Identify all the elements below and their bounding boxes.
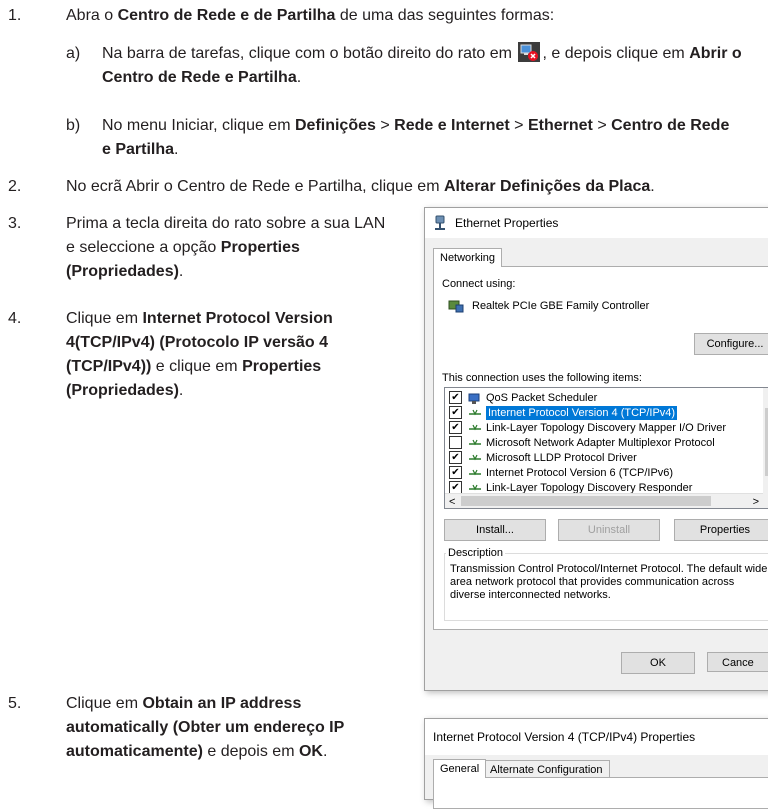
- step-4-number: 4.: [8, 310, 22, 327]
- protocol-icon: [468, 408, 482, 418]
- protocol-icon: [468, 468, 482, 478]
- items-label: This connection uses the following items…: [442, 372, 642, 384]
- step-3-number: 3.: [8, 215, 22, 232]
- tab-networking[interactable]: Networking: [433, 248, 503, 267]
- step-5-text: Clique em Obtain an IP address automatic…: [66, 695, 345, 760]
- ethernet-properties-dialog: Ethernet Properties Networking Connect u…: [424, 207, 768, 691]
- step-2-text: No ecrã Abrir o Centro de Rede e Partilh…: [66, 178, 655, 195]
- list-item-label: Microsoft LLDP Protocol Driver: [486, 451, 637, 464]
- networking-panel: Connect using: Realtek PCIe GBE Family C…: [433, 266, 768, 630]
- list-item-label: Microsoft Network Adapter Multiplexor Pr…: [486, 436, 715, 449]
- items-list[interactable]: ✔ QoS Packet Scheduler ✔ Internet Protocol …: [444, 387, 768, 509]
- ipv4-properties-dialog: Internet Protocol Version 4 (TCP/IPv4) P…: [424, 718, 768, 809]
- description-label: Description: [446, 546, 506, 560]
- step-1a-letter: a): [66, 45, 81, 62]
- checkbox-checked[interactable]: ✔: [449, 421, 462, 434]
- description-text: Transmission Control Protocol/Internet P…: [450, 563, 768, 601]
- step-1a-text: Na barra de tarefas, clique com o botão …: [102, 42, 766, 90]
- horizontal-scrollbar[interactable]: < >: [445, 493, 768, 508]
- protocol-icon: [468, 453, 482, 463]
- dialog-titlebar: Ethernet Properties: [425, 208, 768, 238]
- ok-button[interactable]: OK: [621, 652, 695, 674]
- connect-using-label: Connect using:: [442, 278, 516, 290]
- list-item-label: Internet Protocol Version 6 (TCP/IPv6): [486, 466, 674, 479]
- adapter-name: Realtek PCIe GBE Family Controller: [472, 300, 650, 312]
- step-5-number: 5.: [8, 695, 22, 712]
- ipv4-dialog-title: Internet Protocol Version 4 (TCP/IPv4) P…: [433, 730, 696, 744]
- general-panel: [433, 777, 768, 809]
- ethernet-icon: [433, 215, 447, 231]
- checkbox-checked[interactable]: ✔: [449, 466, 462, 479]
- step-3-text: Prima a tecla direita do rato sobre a su…: [66, 215, 386, 280]
- cancel-button[interactable]: Cance: [707, 652, 768, 672]
- checkbox-unchecked[interactable]: [449, 436, 462, 449]
- checkbox-checked[interactable]: ✔: [449, 451, 462, 464]
- install-button[interactable]: Install...: [444, 519, 546, 541]
- scroll-right-icon[interactable]: >: [753, 495, 759, 508]
- qos-icon: [468, 393, 482, 404]
- protocol-icon: [468, 483, 482, 493]
- network-tray-icon: [518, 42, 541, 62]
- list-item-label: Link-Layer Topology Discovery Mapper I/O…: [486, 421, 727, 434]
- step-2-number: 2.: [8, 178, 22, 195]
- list-item[interactable]: ✔ Internet Protocol Version 6 (TCP/IPv6): [449, 465, 673, 480]
- dialog-title: Ethernet Properties: [455, 216, 559, 230]
- step-1b-text: No menu Iniciar, clique em Definições > …: [102, 117, 730, 158]
- uninstall-button[interactable]: Uninstall: [558, 519, 660, 541]
- properties-button[interactable]: Properties: [674, 519, 768, 541]
- network-adapter-icon: [448, 298, 464, 314]
- checkbox-checked[interactable]: ✔: [449, 406, 462, 419]
- list-item-label: QoS Packet Scheduler: [486, 391, 598, 404]
- tab-general[interactable]: General: [433, 759, 487, 778]
- protocol-icon: [468, 438, 482, 448]
- adapter-field: Realtek PCIe GBE Family Controller: [442, 295, 768, 317]
- step-1-text: Abra o Centro de Rede e de Partilha de u…: [66, 7, 555, 24]
- vertical-scrollbar[interactable]: [763, 388, 768, 494]
- list-item[interactable]: ✔ QoS Packet Scheduler: [449, 390, 597, 405]
- list-item[interactable]: ✔ Microsoft LLDP Protocol Driver: [449, 450, 637, 465]
- list-item[interactable]: Microsoft Network Adapter Multiplexor Pr…: [449, 435, 715, 450]
- ipv4-titlebar: Internet Protocol Version 4 (TCP/IPv4) P…: [425, 719, 768, 755]
- list-item-label: Internet Protocol Version 4 (TCP/IPv4): [486, 405, 678, 420]
- step-1-number: 1.: [8, 7, 22, 24]
- scroll-left-icon[interactable]: <: [449, 495, 455, 508]
- list-item[interactable]: ✔ Internet Protocol Version 4 (TCP/IPv4): [449, 405, 678, 420]
- configure-button[interactable]: Configure...: [694, 333, 768, 355]
- list-item[interactable]: ✔ Link-Layer Topology Discovery Mapper I/…: [449, 420, 726, 435]
- step-1b-letter: b): [66, 117, 81, 134]
- step-4-text: Clique em Internet Protocol Version 4(TC…: [66, 310, 333, 399]
- scrollbar-thumb[interactable]: [461, 496, 711, 506]
- protocol-icon: [468, 423, 482, 433]
- checkbox-checked[interactable]: ✔: [449, 391, 462, 404]
